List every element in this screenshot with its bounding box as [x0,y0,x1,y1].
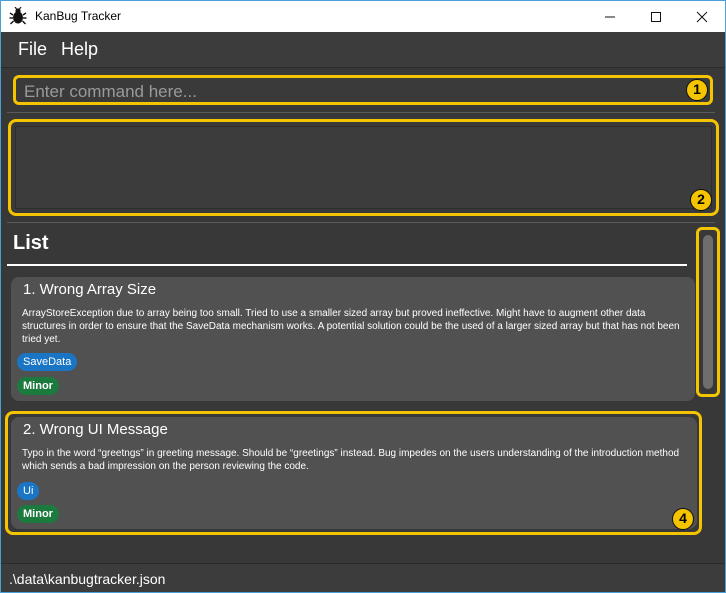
list-item[interactable]: 1. Wrong Array Size ArrayStoreException … [11,277,695,401]
callout-badge-4: 4 [672,508,694,530]
close-icon [696,11,708,22]
separator [7,112,715,113]
close-button[interactable] [679,1,725,32]
maximize-button[interactable] [633,1,679,32]
list-title: List [13,232,49,254]
command-input[interactable] [22,80,686,104]
status-bar: .\data\kanbugtracker.json [1,563,725,592]
priority-badge: Minor [17,505,59,523]
window-title: KanBug Tracker [35,9,122,23]
title-bar: KanBug Tracker [1,1,725,32]
tag-badge: Ui [17,482,40,500]
maximize-icon [651,11,661,22]
list-item[interactable]: 2. Wrong UI Message Typo in the word “gr… [11,417,697,529]
bug-icon [9,7,27,25]
callout-badge-1: 1 [686,79,708,101]
bug-title: 2. Wrong UI Message [23,421,168,438]
save-location: .\data\kanbugtracker.json [9,571,166,587]
list-title-underline [7,264,687,266]
result-display-frame [8,119,719,216]
tag-badge: SaveData [17,353,78,371]
scrollbar-thumb[interactable] [703,235,713,389]
callout-badge-2: 2 [690,189,712,211]
command-box [13,75,713,105]
menu-bar: File Help [1,32,725,68]
bug-description: ArrayStoreException due to array being t… [22,308,680,345]
priority-badge: Minor [17,377,59,395]
scrollbar-frame [696,227,720,397]
result-display [15,126,712,209]
bug-description: Typo in the word “greetngs” in greeting … [22,448,680,472]
separator [7,222,715,223]
menu-help[interactable]: Help [61,39,98,60]
app-window: KanBug Tracker File Help 1 2 List 3 1. W… [0,0,726,593]
menu-file[interactable]: File [18,39,47,60]
minimize-button[interactable] [587,1,633,32]
bug-title: 1. Wrong Array Size [23,281,157,298]
minimize-icon [605,16,615,17]
